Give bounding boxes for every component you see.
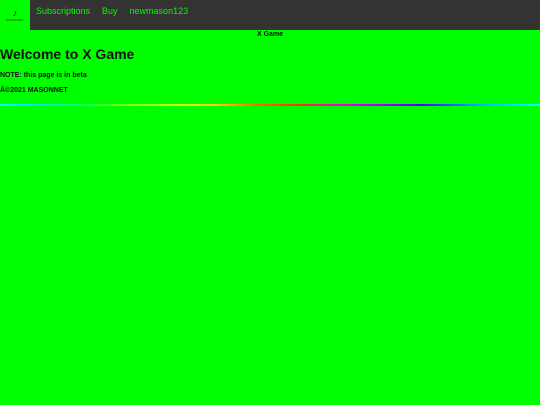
nav-link-subscriptions[interactable]: Subscriptions [30,0,96,22]
nav-link-username[interactable]: newmason123 [124,0,195,22]
rainbow-divider [0,104,540,106]
beta-note: NOTE: this page is in beta [0,72,87,79]
site-logo[interactable]: ♪ MASONNET [0,0,30,30]
nav-menu: Subscriptions Buy newmason123 [30,0,194,22]
copyright-text: Â©2021 MASONNET [0,87,68,94]
music-note-icon: ♪ [12,7,18,18]
nav-link-buy[interactable]: Buy [96,0,124,22]
page-title: Welcome to X Game [0,46,135,62]
page-subtitle: X Game [256,31,284,38]
logo-text: MASONNET [6,17,24,22]
top-navigation-bar: ♪ MASONNET Subscriptions Buy newmason123 [0,0,540,30]
